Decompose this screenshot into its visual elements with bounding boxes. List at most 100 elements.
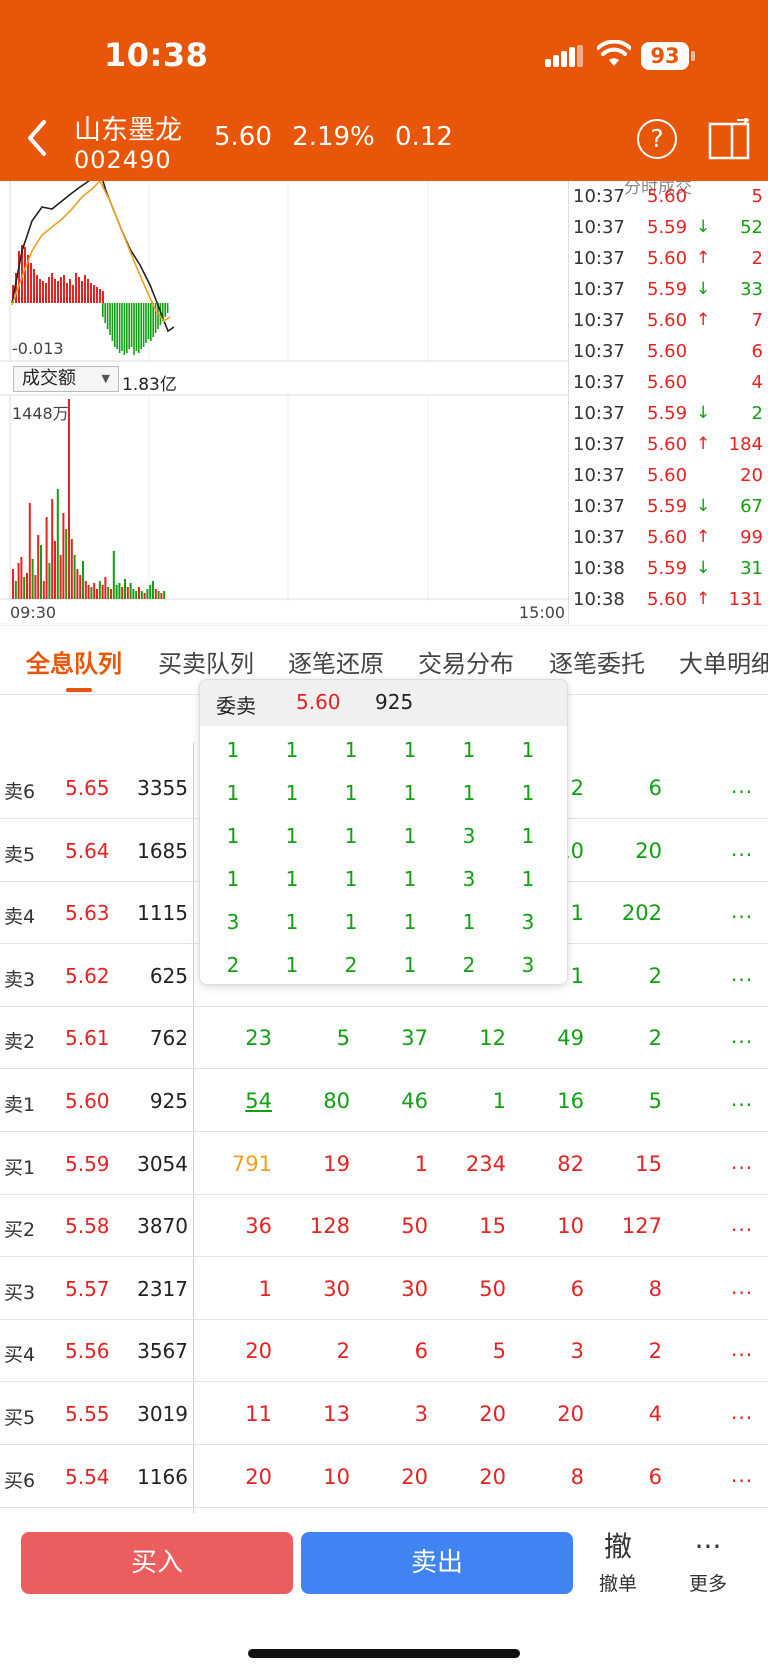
popup-order-size: 1 bbox=[226, 824, 240, 848]
queue-order-size[interactable]: 234 bbox=[446, 1152, 506, 1176]
tick-volume: 31 bbox=[740, 558, 763, 579]
queue-order-size[interactable]: 37 bbox=[368, 1026, 428, 1050]
tab-full-queue[interactable]: 全息队列 bbox=[26, 644, 122, 679]
queue-more-button[interactable]: ... bbox=[731, 1463, 753, 1487]
order-book-row[interactable]: 卖1 5.60 925 54 80 46 1 16 5... bbox=[0, 1070, 768, 1132]
tab-tick-replay[interactable]: 逐笔还原 bbox=[288, 644, 384, 679]
queue-more-button[interactable]: ... bbox=[731, 899, 753, 923]
order-queue-popup[interactable]: 委卖 5.60 925 1 1 1 1 1 1 1 1 1 1 1 1 1 1 1 1 3 1 1 1 1 1 3 1 3 1 1 1… bbox=[199, 679, 568, 985]
volume-bar bbox=[143, 593, 146, 599]
queue-order-size[interactable]: 82 bbox=[524, 1152, 584, 1176]
queue-order-size[interactable]: 5 bbox=[290, 1026, 350, 1050]
queue-more-button[interactable]: ... bbox=[731, 1337, 753, 1361]
queue-order-size[interactable]: 20 bbox=[602, 839, 662, 863]
queue-order-size[interactable]: 4 bbox=[602, 1402, 662, 1426]
order-book-row[interactable]: 买2 5.58 3870 36 128 50 15 10 127... bbox=[0, 1195, 768, 1258]
queue-order-size[interactable]: 20 bbox=[446, 1402, 506, 1426]
queue-order-size[interactable]: 5 bbox=[602, 1089, 662, 1113]
back-arrow-icon[interactable] bbox=[24, 118, 50, 158]
layout-switch-icon[interactable] bbox=[708, 118, 752, 160]
queue-more-button[interactable]: ... bbox=[731, 1150, 753, 1174]
queue-order-size[interactable]: 30 bbox=[368, 1277, 428, 1301]
queue-order-size[interactable]: 10 bbox=[290, 1465, 350, 1489]
queue-order-size[interactable]: 80 bbox=[290, 1089, 350, 1113]
book-side-label: 卖6 bbox=[4, 781, 36, 803]
tab-bid-ask-queue[interactable]: 买卖队列 bbox=[158, 644, 254, 679]
queue-order-size[interactable]: 127 bbox=[602, 1214, 662, 1238]
buy-button[interactable]: 买入 bbox=[21, 1532, 293, 1594]
queue-order-size[interactable]: 6 bbox=[602, 776, 662, 800]
queue-order-size[interactable]: 2 bbox=[602, 1339, 662, 1363]
queue-order-size[interactable]: 19 bbox=[290, 1152, 350, 1176]
queue-order-size[interactable]: 3 bbox=[524, 1339, 584, 1363]
queue-order-size[interactable]: 2 bbox=[602, 964, 662, 988]
tab-big-orders[interactable]: 大单明细 bbox=[679, 644, 768, 679]
queue-order-size[interactable]: 8 bbox=[602, 1277, 662, 1301]
order-book-row[interactable]: 买4 5.56 3567 20 2 6 5 3 2... bbox=[0, 1320, 768, 1383]
queue-order-size[interactable]: 15 bbox=[446, 1214, 506, 1238]
queue-order-size[interactable]: 20 bbox=[446, 1465, 506, 1489]
queue-order-size[interactable]: 50 bbox=[446, 1277, 506, 1301]
queue-order-size[interactable]: 10 bbox=[524, 1214, 584, 1238]
order-book-row[interactable]: 卖2 5.61 762 23 5 37 12 49 2... bbox=[0, 1007, 768, 1070]
queue-more-button[interactable]: ... bbox=[731, 1275, 753, 1299]
book-price: 5.61 bbox=[65, 1026, 110, 1051]
queue-order-size[interactable]: 1 bbox=[368, 1152, 428, 1176]
queue-order-size[interactable]: 6 bbox=[524, 1277, 584, 1301]
queue-more-button[interactable]: ... bbox=[731, 962, 753, 986]
tab-trade-distribution[interactable]: 交易分布 bbox=[418, 644, 514, 679]
queue-order-size[interactable]: 791 bbox=[212, 1152, 272, 1176]
queue-order-size[interactable]: 50 bbox=[368, 1214, 428, 1238]
queue-order-size[interactable]: 46 bbox=[368, 1089, 428, 1113]
queue-order-size[interactable]: 128 bbox=[290, 1214, 350, 1238]
queue-order-size[interactable]: 1 bbox=[446, 1089, 506, 1113]
queue-order-size[interactable]: 49 bbox=[524, 1026, 584, 1050]
volume-type-dropdown[interactable]: 成交额 ▼ bbox=[13, 366, 119, 392]
queue-order-size[interactable]: 16 bbox=[524, 1089, 584, 1113]
queue-order-size[interactable]: 12 bbox=[446, 1026, 506, 1050]
cancel-order-button[interactable]: 撤 撤单 bbox=[578, 1527, 658, 1596]
popup-volume: 925 bbox=[375, 690, 414, 714]
queue-order-size[interactable]: 20 bbox=[524, 1402, 584, 1426]
queue-order-size[interactable]: 3 bbox=[368, 1402, 428, 1426]
question-circle-icon[interactable]: ? bbox=[637, 119, 677, 159]
queue-order-size[interactable]: 54 bbox=[212, 1089, 272, 1113]
order-book-row[interactable]: 买1 5.59 3054 791 19 1 234 82 15... bbox=[0, 1133, 768, 1195]
more-button[interactable]: ··· 更多 bbox=[668, 1527, 748, 1596]
queue-order-size[interactable]: 2 bbox=[602, 1026, 662, 1050]
queue-order-size[interactable]: 36 bbox=[212, 1214, 272, 1238]
intraday-chart[interactable]: -0.013 成交额 ▼ 1.83亿 1448万 09:30 15:00 bbox=[0, 181, 568, 624]
tab-order-by-order[interactable]: 逐笔委托 bbox=[549, 644, 645, 679]
tick-price: 5.59 bbox=[647, 496, 688, 517]
queue-order-size[interactable]: 20 bbox=[368, 1465, 428, 1489]
order-book-row[interactable]: 买3 5.57 2317 1 30 30 50 6 8... bbox=[0, 1258, 768, 1320]
order-book-row[interactable]: 买6 5.54 1166 20 10 20 20 8 6... bbox=[0, 1446, 768, 1508]
volume-bar bbox=[112, 551, 115, 599]
queue-more-button[interactable]: ... bbox=[731, 1212, 753, 1236]
queue-order-size[interactable]: 202 bbox=[602, 901, 662, 925]
queue-order-size[interactable]: 30 bbox=[290, 1277, 350, 1301]
queue-order-size[interactable]: 6 bbox=[602, 1465, 662, 1489]
queue-order-size[interactable]: 5 bbox=[446, 1339, 506, 1363]
queue-more-button[interactable]: ... bbox=[731, 1087, 753, 1111]
queue-order-size[interactable]: 6 bbox=[368, 1339, 428, 1363]
queue-order-size[interactable]: 20 bbox=[212, 1465, 272, 1489]
queue-order-size[interactable]: 2 bbox=[290, 1339, 350, 1363]
queue-order-size[interactable]: 23 bbox=[212, 1026, 272, 1050]
queue-order-size[interactable]: 11 bbox=[212, 1402, 272, 1426]
book-side-label: 买5 bbox=[4, 1407, 36, 1429]
tick-time: 10:37 bbox=[573, 217, 625, 238]
tick-time: 10:37 bbox=[573, 186, 625, 207]
queue-order-size[interactable]: 1 bbox=[212, 1277, 272, 1301]
sell-button[interactable]: 卖出 bbox=[301, 1532, 573, 1594]
order-book-row[interactable]: 买5 5.55 3019 11 13 3 20 20 4... bbox=[0, 1383, 768, 1445]
queue-more-button[interactable]: ... bbox=[731, 774, 753, 798]
tick-list[interactable]: 分时成交 10:37 5.60 5 10:37 5.59 ↓ 52 10:37 5.60 ↑ 2 10… bbox=[568, 181, 768, 624]
queue-more-button[interactable]: ... bbox=[731, 1400, 753, 1424]
queue-more-button[interactable]: ... bbox=[731, 837, 753, 861]
queue-order-size[interactable]: 15 bbox=[602, 1152, 662, 1176]
queue-more-button[interactable]: ... bbox=[731, 1024, 753, 1048]
queue-order-size[interactable]: 8 bbox=[524, 1465, 584, 1489]
queue-order-size[interactable]: 20 bbox=[212, 1339, 272, 1363]
queue-order-size[interactable]: 13 bbox=[290, 1402, 350, 1426]
